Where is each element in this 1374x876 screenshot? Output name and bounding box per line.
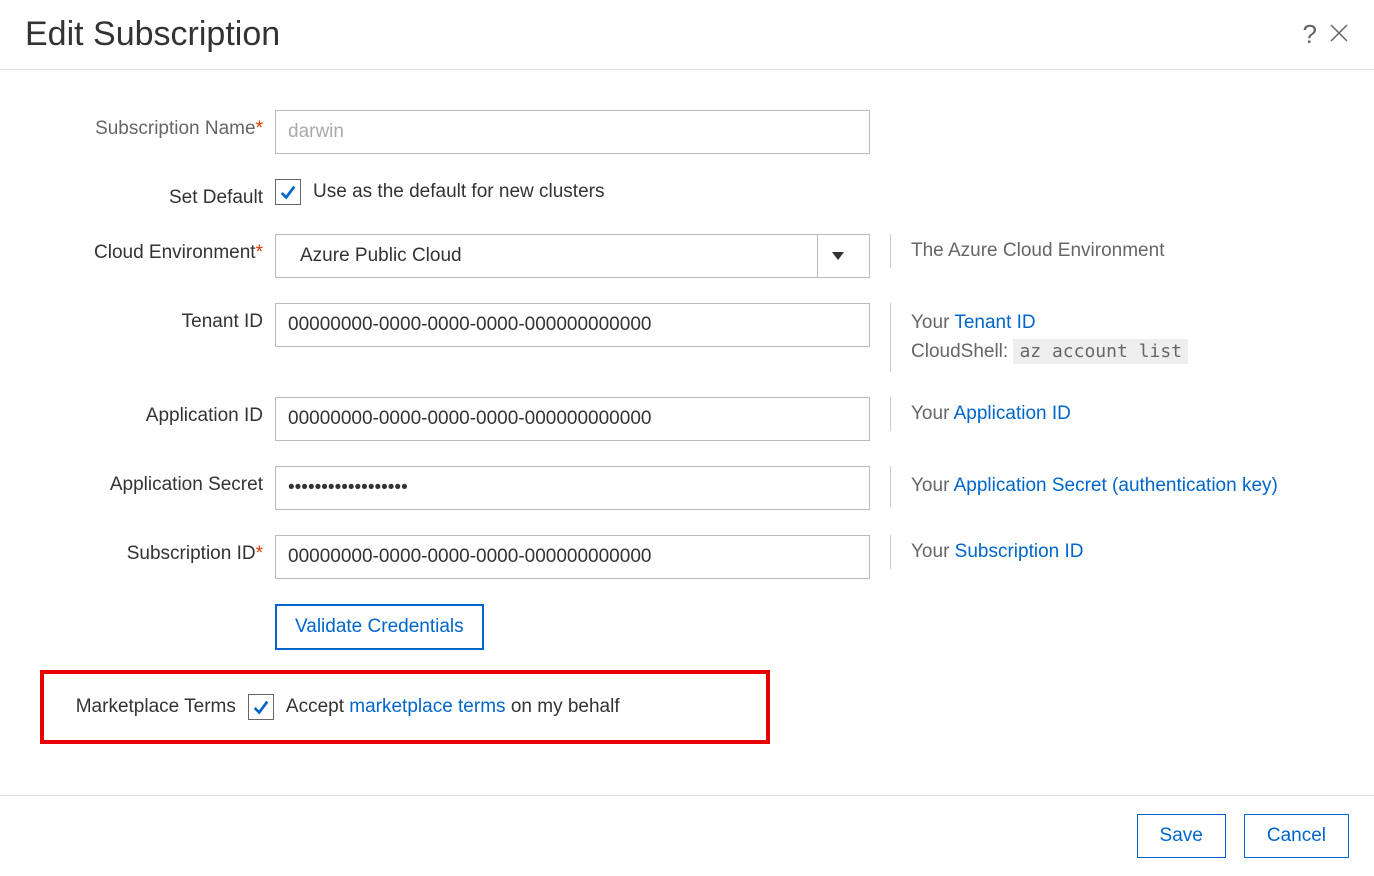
label-application-secret: Application Secret: [50, 466, 275, 496]
application-secret-link[interactable]: Application Secret (authentication key): [954, 475, 1278, 496]
subscription-name-input[interactable]: [275, 110, 870, 154]
row-validate: Validate Credentials: [50, 604, 1324, 650]
hint-tenant-id: Your Tenant ID CloudShell: az account li…: [890, 303, 1188, 372]
application-id-input[interactable]: [275, 397, 870, 441]
marketplace-terms-text: Accept marketplace terms on my behalf: [286, 696, 620, 718]
label-subscription-name: Subscription Name*: [50, 110, 275, 140]
set-default-text: Use as the default for new clusters: [313, 181, 604, 203]
dialog-footer: Save Cancel: [0, 795, 1374, 876]
row-subscription-id: Subscription ID* Your Subscription ID: [50, 535, 1324, 579]
cloud-environment-select[interactable]: Azure Public Cloud: [275, 234, 870, 278]
marketplace-terms-link[interactable]: marketplace terms: [349, 696, 505, 717]
label-subscription-id: Subscription ID*: [50, 535, 275, 565]
hint-cloud-environment: The Azure Cloud Environment: [890, 234, 1164, 268]
row-subscription-name: Subscription Name*: [50, 110, 1324, 154]
row-application-id: Application ID Your Application ID: [50, 397, 1324, 441]
label-marketplace-terms: Marketplace Terms: [54, 694, 248, 718]
dialog-header: Edit Subscription ?: [0, 0, 1374, 70]
label-tenant-id: Tenant ID: [50, 303, 275, 333]
cloud-environment-value: Azure Public Cloud: [288, 245, 817, 267]
set-default-checkbox[interactable]: [275, 179, 301, 205]
hint-subscription-id: Your Subscription ID: [890, 535, 1084, 569]
chevron-down-icon: [817, 235, 857, 277]
label-set-default: Set Default: [50, 179, 275, 209]
subscription-id-link[interactable]: Subscription ID: [955, 541, 1084, 562]
marketplace-terms-checkbox[interactable]: [248, 694, 274, 720]
hint-application-secret: Your Application Secret (authentication …: [890, 466, 1278, 507]
header-actions: ?: [1303, 19, 1349, 50]
hint-application-id: Your Application ID: [890, 397, 1071, 431]
row-set-default: Set Default Use as the default for new c…: [50, 179, 1324, 209]
save-button[interactable]: Save: [1137, 814, 1226, 858]
form-area: Subscription Name* Set Default Use as th…: [0, 70, 1374, 774]
help-icon[interactable]: ?: [1303, 19, 1317, 50]
close-icon[interactable]: [1329, 19, 1349, 50]
cancel-button[interactable]: Cancel: [1244, 814, 1349, 858]
subscription-id-input[interactable]: [275, 535, 870, 579]
page-title: Edit Subscription: [25, 15, 280, 54]
label-application-id: Application ID: [50, 397, 275, 427]
row-cloud-environment: Cloud Environment* Azure Public Cloud Th…: [50, 234, 1324, 278]
row-tenant-id: Tenant ID Your Tenant ID CloudShell: az …: [50, 303, 1324, 372]
validate-credentials-button[interactable]: Validate Credentials: [275, 604, 484, 650]
tenant-id-code: az account list: [1013, 339, 1188, 364]
label-cloud-environment: Cloud Environment*: [50, 234, 275, 264]
application-secret-input[interactable]: [275, 466, 870, 510]
marketplace-terms-highlight: Marketplace Terms Accept marketplace ter…: [40, 670, 770, 744]
row-marketplace-terms: Marketplace Terms Accept marketplace ter…: [54, 694, 756, 720]
row-application-secret: Application Secret Your Application Secr…: [50, 466, 1324, 510]
application-id-link[interactable]: Application ID: [954, 403, 1071, 424]
tenant-id-input[interactable]: [275, 303, 870, 347]
tenant-id-link[interactable]: Tenant ID: [954, 312, 1035, 333]
